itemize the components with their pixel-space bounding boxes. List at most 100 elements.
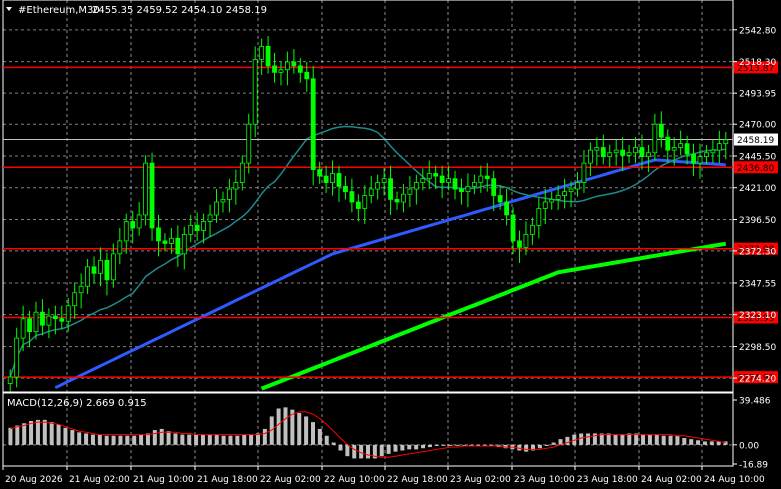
candle-body xyxy=(600,147,606,158)
candle-body xyxy=(20,318,26,339)
candle-body xyxy=(33,311,39,333)
macd-hist-bar xyxy=(689,439,694,445)
candle-body xyxy=(227,188,232,200)
candle-body xyxy=(214,201,219,216)
candle-body xyxy=(104,259,110,281)
macd-hist-bar xyxy=(235,435,240,445)
candle-body xyxy=(304,71,310,80)
candle-body xyxy=(343,186,348,193)
time-tick-label: 22 Aug 18:00 xyxy=(387,475,448,485)
price-tick-label: 2372.30 xyxy=(739,247,776,257)
candle-body xyxy=(233,182,239,190)
candle-body xyxy=(665,136,671,151)
candle-body xyxy=(594,147,600,151)
time-tick-label: 24 Aug 10:00 xyxy=(704,475,765,485)
candle-body xyxy=(394,199,400,203)
candle-body xyxy=(710,149,716,154)
candle-body xyxy=(252,58,258,125)
macd-hist-bar xyxy=(152,430,157,445)
macd-hist-bar xyxy=(132,435,137,445)
candle-body xyxy=(259,46,265,60)
candle-body xyxy=(684,143,690,155)
candle-body xyxy=(575,182,580,190)
candle-body xyxy=(620,149,626,156)
candle-body xyxy=(336,173,342,187)
candle-body xyxy=(413,182,419,190)
macd-hist-bar xyxy=(42,419,47,445)
time-tick-label: 22 Aug 02:00 xyxy=(260,475,321,485)
time-tick-label: 23 Aug 18:00 xyxy=(577,475,638,485)
candle-body xyxy=(72,292,78,307)
candle-body xyxy=(156,227,161,242)
price-tick-label: 2445.50 xyxy=(739,152,776,162)
price-tick-label: 2347.55 xyxy=(739,279,776,289)
macd-hist-bar xyxy=(606,433,611,445)
candle-body xyxy=(723,139,729,145)
macd-hist-bar xyxy=(386,444,391,454)
macd-hist-bar xyxy=(565,436,570,445)
ohlc-values: 2455.35 2459.52 2454.10 2458.19 xyxy=(92,5,267,16)
candle-body xyxy=(27,318,32,333)
macd-hist-bar xyxy=(586,433,591,445)
macd-hist-bar xyxy=(297,413,302,445)
candle-body xyxy=(91,266,97,274)
macd-hist-bar xyxy=(118,435,123,445)
candle-body xyxy=(691,153,696,164)
candle-body xyxy=(581,162,587,183)
macd-hist-bar xyxy=(200,434,205,445)
candle-body xyxy=(194,224,200,231)
candle-body xyxy=(633,147,638,154)
candle-body xyxy=(349,191,355,203)
macd-hist-bar xyxy=(641,434,646,445)
macd-hist-bar xyxy=(194,434,199,445)
price-axis: 2542.80 2518.30 2493.95 2470.00 2445.50 2421.… xyxy=(733,26,776,385)
macd-hist-bar xyxy=(661,435,666,445)
price-tick-label: 2470.00 xyxy=(739,121,776,131)
macd-hist-bar xyxy=(56,424,61,445)
price-tick-label: 2298.50 xyxy=(739,343,776,353)
macd-hist-bar xyxy=(414,444,419,450)
macd-hist-bar xyxy=(180,434,185,445)
price-tick-label: 2518.30 xyxy=(739,58,776,68)
price-tick-label: 2421.00 xyxy=(739,184,776,194)
candle-body xyxy=(504,201,509,216)
price-tick-label: 2274.20 xyxy=(739,375,776,385)
macd-hist-bar xyxy=(352,444,357,459)
price-panel[interactable] xyxy=(2,0,734,393)
macd-hist-bar xyxy=(166,431,171,445)
macd-hist-bar xyxy=(620,434,625,445)
candle-body xyxy=(149,162,155,229)
macd-hist-bar xyxy=(22,423,27,445)
macd-hist-bar xyxy=(613,434,618,445)
candle-body xyxy=(181,234,187,255)
candle-body xyxy=(697,156,703,164)
macd-tick-label: 0.00 xyxy=(739,441,759,451)
time-tick-label: 23 Aug 02:00 xyxy=(450,475,511,485)
macd-hist-bar xyxy=(276,408,281,445)
candle-body xyxy=(220,199,226,203)
current-price-label: 2458.19 xyxy=(737,136,774,146)
candle-body xyxy=(381,178,387,183)
candle-body xyxy=(678,143,684,148)
macd-hist-bar xyxy=(283,407,288,445)
macd-hist-bar xyxy=(262,428,267,445)
candle-body xyxy=(65,305,71,322)
candle-body xyxy=(143,162,148,216)
candle-body xyxy=(278,69,284,73)
candle-body xyxy=(310,78,316,170)
macd-hist-bar xyxy=(29,420,34,445)
time-tick-label: 21 Aug 18:00 xyxy=(197,475,258,485)
macd-hist-bar xyxy=(668,435,673,445)
macd-hist-bar xyxy=(125,435,130,445)
macd-hist-bar xyxy=(228,435,233,445)
price-tick-label: 2493.95 xyxy=(739,90,776,100)
candle-body xyxy=(658,123,664,138)
candle-body xyxy=(330,173,335,183)
macd-hist-bar xyxy=(84,433,89,445)
candle-body xyxy=(78,285,84,294)
macd-hist-bar xyxy=(709,441,714,445)
candle-body xyxy=(549,199,555,203)
chart-window[interactable]: 2513.872436.802373.982320.932274.912458.… xyxy=(0,0,781,489)
candle-body xyxy=(652,123,658,154)
candle-body xyxy=(704,152,709,158)
